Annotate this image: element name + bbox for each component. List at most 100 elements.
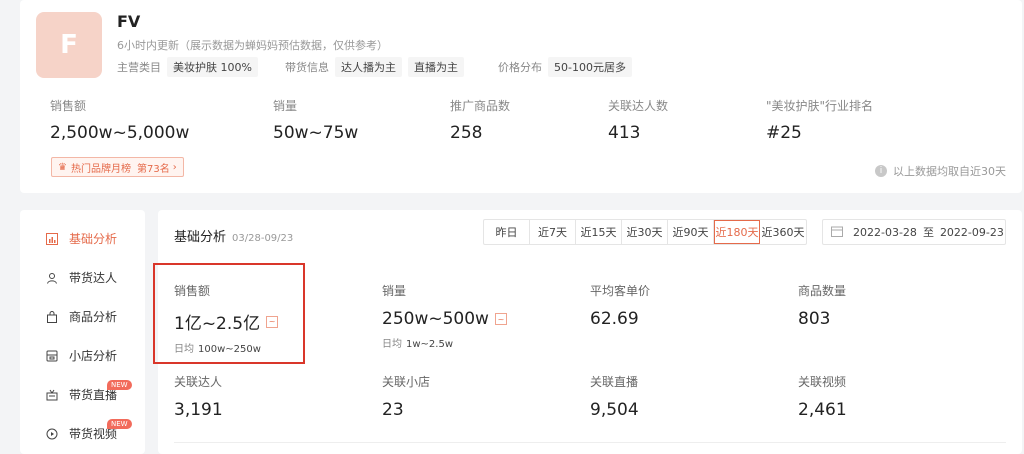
metric-related-stores: 关联小店 23 (382, 373, 430, 420)
daily-value: 1w~2.5w (406, 339, 454, 350)
sidebar-item-label: 小店分析 (69, 349, 118, 363)
basic-analysis-panel: 基础分析 03/28-09/23 昨日 近7天 近15天 近30天 近90天 近… (153, 210, 1022, 454)
chart-icon (45, 232, 59, 246)
summary-value: 50w~75w (273, 123, 359, 143)
summary-value: 258 (450, 123, 483, 143)
divider (174, 442, 1006, 443)
sales-info: 带货信息 达人播为主 直播为主 (285, 57, 464, 77)
metric-daily: 日均 100w~250w (174, 340, 278, 355)
rank-badge-rank: 第73名 (136, 163, 170, 175)
metric-related-influencers: 关联达人 3,191 (174, 373, 223, 420)
sidebar: 基础分析 带货达人 商品分析 小店分析 带货直播 NEW 带货视频 NEW (20, 210, 145, 454)
metric-label: 平均客单价 (590, 284, 651, 298)
period-option[interactable]: 昨日 (484, 220, 530, 244)
metric-label: 销售额 (174, 284, 211, 298)
metric-value: 1亿~2.5亿 (174, 314, 261, 334)
metric-label: 关联直播 (590, 375, 639, 389)
metric-label: 销量 (382, 284, 407, 298)
sidebar-item-label: 带货达人 (69, 271, 118, 285)
metric-value: 2,461 (798, 400, 847, 420)
period-option[interactable]: 近360天 (760, 220, 806, 244)
brand-card: F FV 6小时内更新（展示数据为蝉妈妈预估数据，仅供参考） 主营类目 美妆护肤… (20, 0, 1022, 193)
store-icon (45, 349, 59, 363)
date-range-picker[interactable]: 2022-03-28 至 2022-09-23 (822, 219, 1006, 245)
chevron-right-icon: › (172, 161, 177, 173)
new-badge: NEW (107, 380, 132, 390)
panel-title: 基础分析 03/28-09/23 (174, 226, 293, 245)
summary-industry-rank: "美妆护肤"行业排名 #25 (766, 97, 873, 143)
hot-brand-rank-badge[interactable]: ♛ 热门品牌月榜 第73名 › (51, 157, 184, 177)
info-icon: i (875, 165, 887, 177)
summary-label: 销售额 (50, 99, 87, 113)
summary-label: 关联达人数 (608, 99, 669, 113)
price-info: 价格分布 50-100元居多 (498, 57, 632, 77)
sidebar-item-basic-analysis[interactable]: 基础分析 (45, 230, 117, 247)
calendar-icon (831, 225, 843, 240)
summary-sales-volume: 销量 50w~75w (273, 97, 358, 143)
sales-info-tag: 直播为主 (408, 57, 464, 77)
brand-name: FV (117, 12, 141, 31)
rank-badge-title: 热门品牌月榜 (70, 163, 131, 175)
summary-promoted-products: 推广商品数 258 (450, 97, 510, 143)
price-value: 50-100元居多 (548, 57, 632, 77)
daily-label: 日均 (382, 339, 402, 350)
live-icon (45, 388, 59, 402)
metric-value: 3,191 (174, 400, 223, 420)
sidebar-item-label: 基础分析 (69, 232, 118, 246)
price-label: 价格分布 (498, 61, 542, 74)
period-option[interactable]: 近7天 (530, 220, 576, 244)
metric-value: 23 (382, 400, 404, 420)
summary-related-influencers: 关联达人数 413 (608, 97, 668, 143)
metric-sales-volume: 销量 250w~500w ~ 日均 1w~2.5w (382, 282, 507, 350)
brand-logo-letter: F (60, 30, 78, 60)
metric-value: 9,504 (590, 400, 639, 420)
brand-logo: F (36, 12, 102, 78)
new-badge: NEW (107, 419, 132, 429)
period-option-active[interactable]: 近180天 (714, 220, 760, 244)
sidebar-item-product-analysis[interactable]: 商品分析 (45, 308, 117, 325)
metric-label: 关联视频 (798, 375, 847, 389)
summary-sales-amount: 销售额 2,500w~5,000w (50, 97, 189, 143)
metric-daily: 日均 1w~2.5w (382, 335, 507, 350)
crown-icon: ♛ (58, 161, 67, 173)
summary-label: 推广商品数 (450, 99, 511, 113)
metric-label: 关联小店 (382, 375, 431, 389)
trend-chart-icon[interactable]: ~ (266, 315, 279, 328)
summary-value: 413 (608, 123, 641, 143)
metric-label: 关联达人 (174, 375, 223, 389)
summary-value: 2,500w~5,000w (50, 123, 190, 143)
category-label: 主营类目 (117, 61, 161, 74)
metric-avg-order-price: 平均客单价 62.69 (590, 282, 650, 329)
sales-info-label: 带货信息 (285, 61, 329, 74)
end-date: 2022-09-23 (939, 225, 1004, 239)
metric-value: 62.69 (590, 309, 639, 329)
metric-related-lives: 关联直播 9,504 (590, 373, 639, 420)
summary-value: #25 (766, 123, 802, 143)
category-value: 美妆护肤 100% (167, 57, 258, 77)
trend-chart-icon[interactable]: ~ (494, 313, 507, 325)
date-separator: 至 (922, 226, 934, 239)
daily-label: 日均 (174, 344, 194, 355)
sidebar-item-influencers[interactable]: 带货达人 (45, 269, 117, 286)
period-selector: 昨日 近7天 近15天 近30天 近90天 近180天 近360天 (483, 219, 807, 245)
metric-related-videos: 关联视频 2,461 (798, 373, 847, 420)
summary-label: "美妆护肤"行业排名 (766, 99, 874, 113)
daily-value: 100w~250w (198, 344, 261, 355)
metric-value: 250w~500w (382, 309, 489, 329)
data-source-note: i 以上数据均取自近30天 (875, 163, 1006, 179)
period-option[interactable]: 近15天 (576, 220, 622, 244)
start-date: 2022-03-28 (853, 225, 917, 239)
sidebar-item-label: 商品分析 (69, 310, 118, 324)
category-info: 主营类目 美妆护肤 100% (117, 57, 258, 77)
period-option[interactable]: 近90天 (668, 220, 714, 244)
metric-label: 商品数量 (798, 284, 847, 298)
metric-product-count: 商品数量 803 (798, 282, 846, 329)
metric-value-row: 1亿~2.5亿 ~ (174, 309, 279, 334)
period-option[interactable]: 近30天 (622, 220, 668, 244)
summary-label: 销量 (273, 99, 298, 113)
sidebar-item-store-analysis[interactable]: 小店分析 (45, 347, 117, 364)
person-icon (45, 271, 59, 285)
panel-date-range: 03/28-09/23 (232, 233, 294, 244)
panel-title-text: 基础分析 (174, 230, 227, 245)
bag-icon (45, 310, 59, 324)
